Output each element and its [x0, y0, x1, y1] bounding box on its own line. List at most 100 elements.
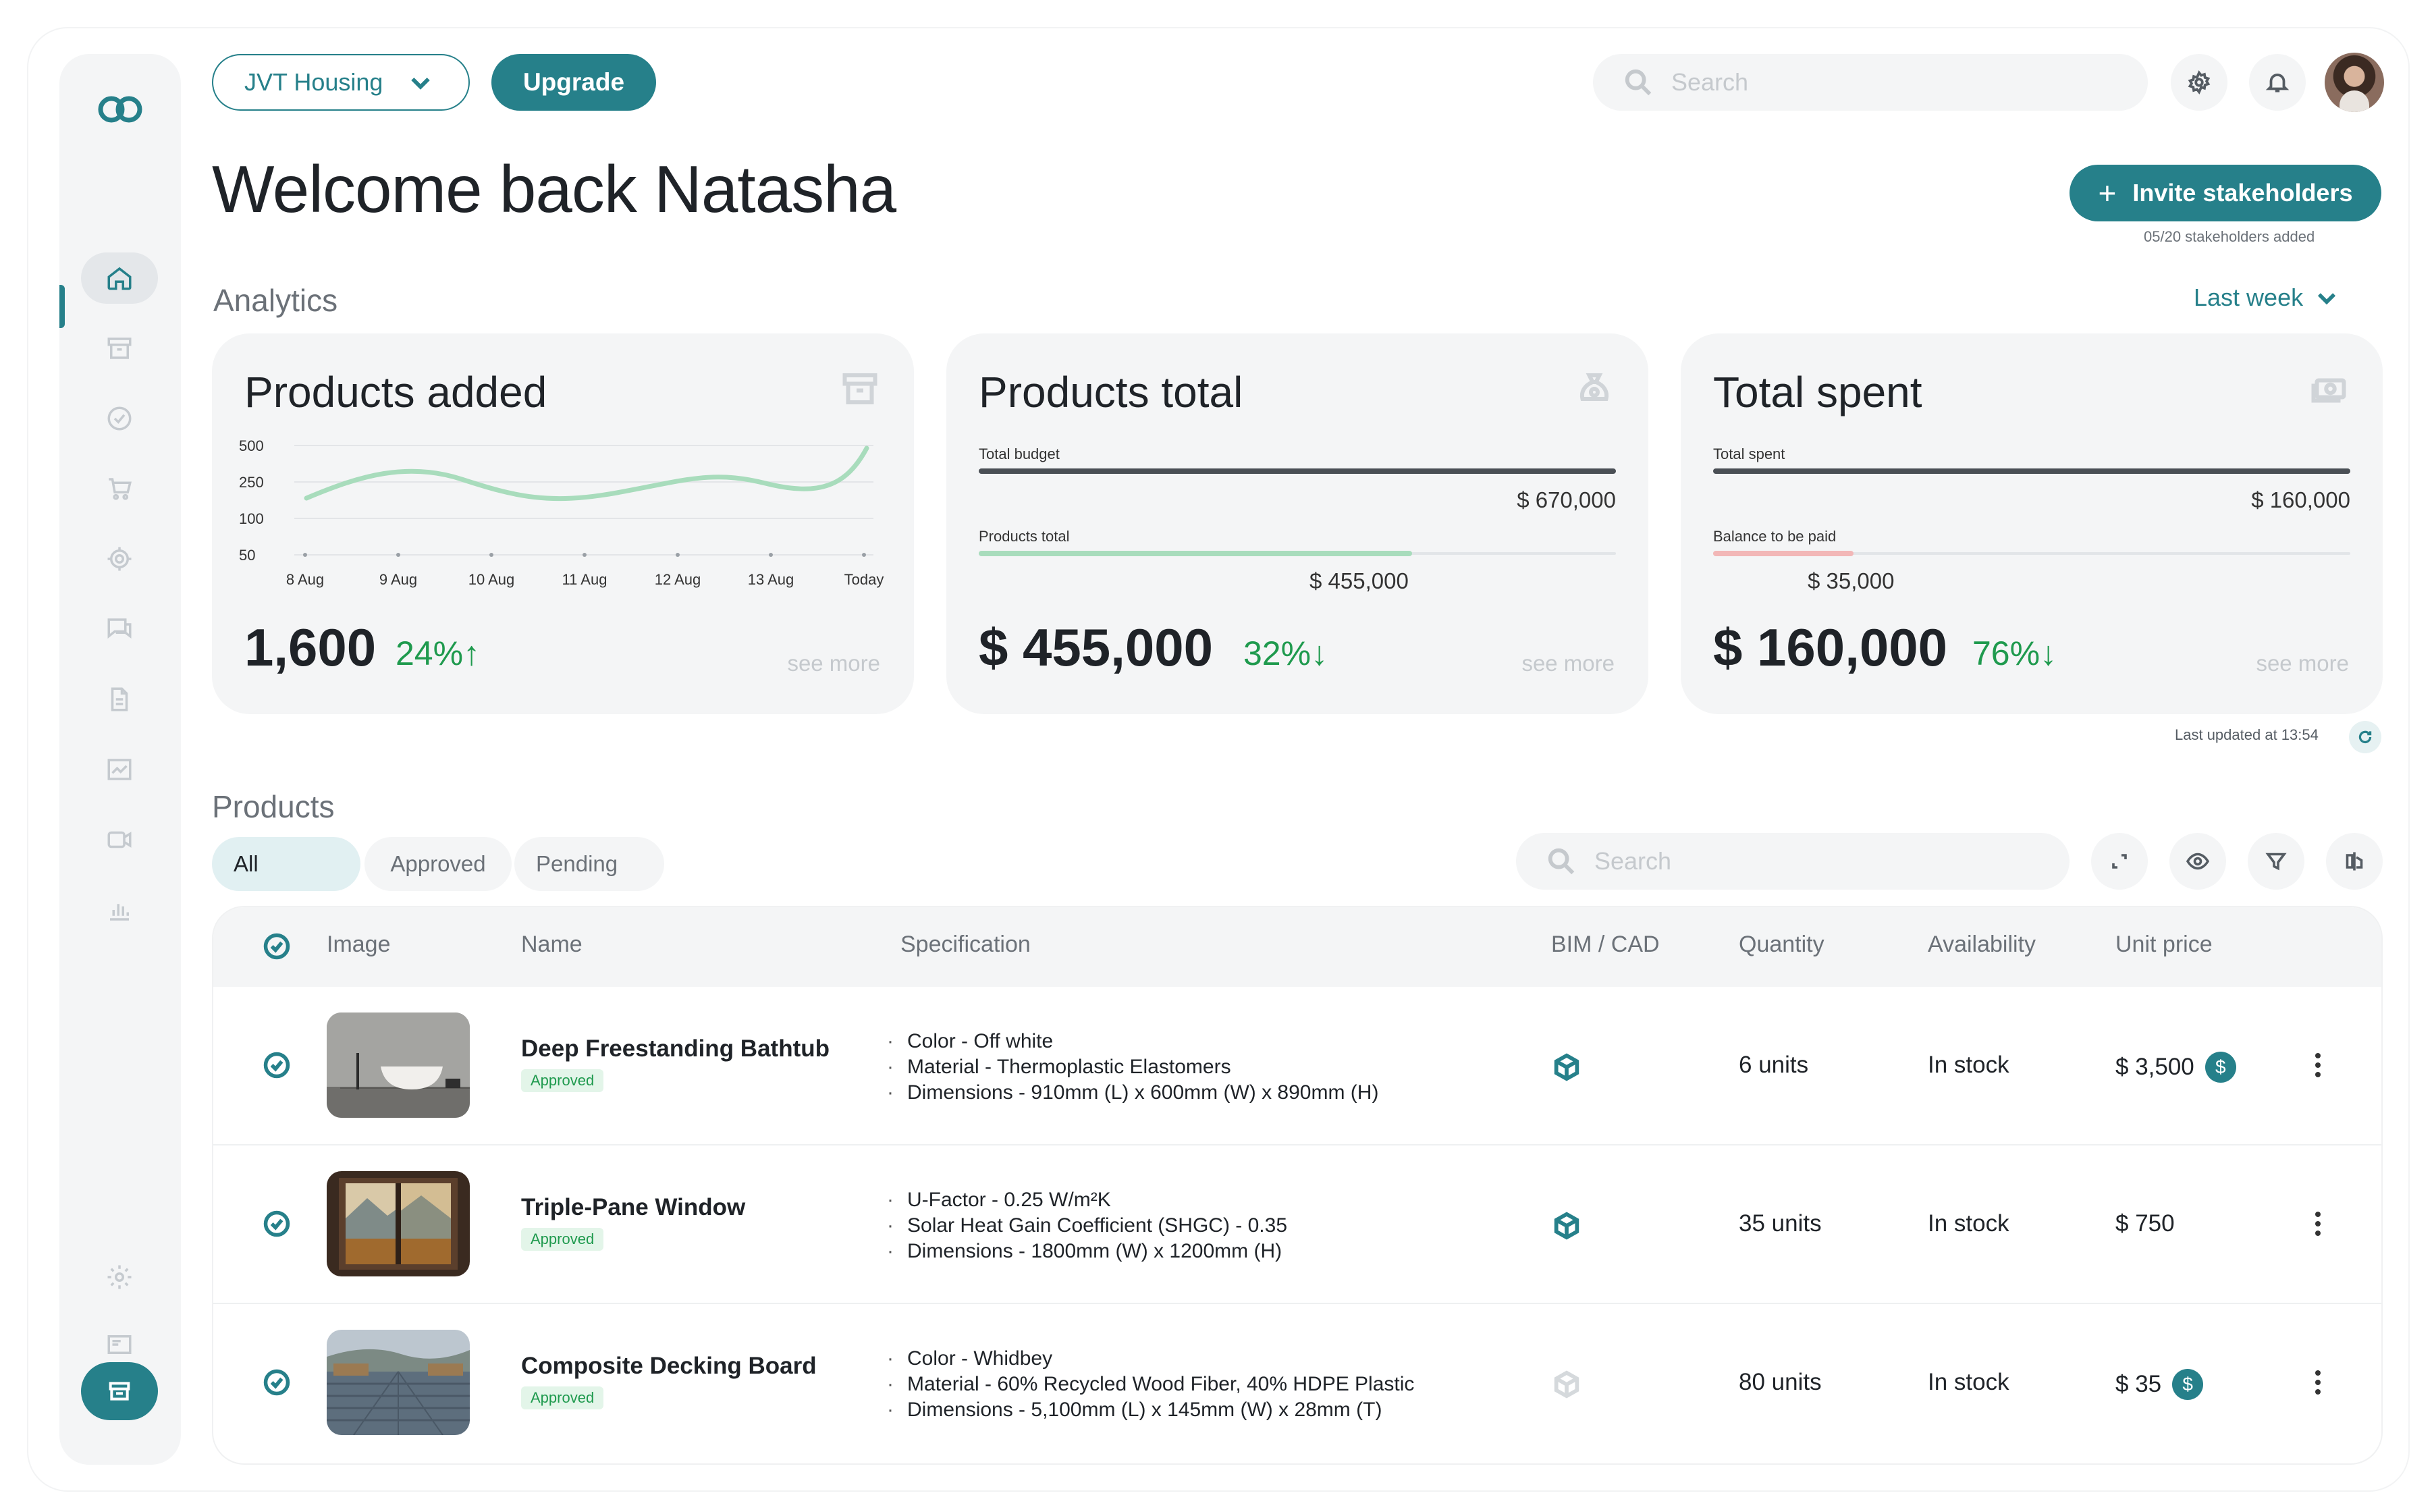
sidebar-item-target[interactable]: [81, 533, 158, 585]
price-value: $ 3,500: [2115, 1054, 2194, 1080]
refresh-icon: [2358, 730, 2372, 744]
bar-value: $ 455,000: [1309, 568, 1409, 593]
product-specification: U-Factor - 0.25 W/m²K Solar Heat Gain Co…: [887, 1187, 1287, 1264]
sidebar-item-analytics[interactable]: [81, 744, 158, 795]
spec-item: Dimensions - 5,100mm (L) x 145mm (W) x 2…: [887, 1397, 1414, 1423]
sidebar-item-reports[interactable]: [81, 884, 158, 936]
refresh-button[interactable]: [2349, 721, 2381, 753]
table-row[interactable]: Composite Decking Board Approved Color -…: [213, 1304, 2381, 1463]
products-total-value: $ 455,000: [979, 618, 1214, 677]
quantity: 80 units: [1739, 1369, 1822, 1395]
row-checkbox[interactable]: [262, 1050, 292, 1080]
total-spent-delta: 76%↓: [1972, 634, 2057, 672]
eye-icon: [2186, 853, 2210, 870]
sidebar-active-indicator: [59, 285, 65, 328]
expand-button[interactable]: [2091, 833, 2148, 890]
upgrade-button[interactable]: Upgrade: [491, 54, 656, 111]
tab-pending[interactable]: Pending: [514, 837, 664, 891]
sidebar-item-documents[interactable]: [81, 674, 158, 725]
product-name[interactable]: Triple-Pane Window: [521, 1194, 745, 1221]
row-checkbox[interactable]: [262, 1209, 292, 1239]
period-label: Last week: [2194, 284, 2304, 311]
price-value: $ 750: [2115, 1210, 2175, 1237]
bim-cad-cube-icon[interactable]: [1551, 1210, 1582, 1241]
balance-bar: [1713, 551, 2350, 556]
products-added-chart: 500 250 100 50 8 Aug 9 Aug 10 Aug 11 Aug 12 Aug 1…: [239, 437, 884, 588]
column-header[interactable]: Availability: [1928, 932, 2036, 958]
select-all-checkbox[interactable]: [262, 932, 292, 961]
notifications-button[interactable]: [2249, 54, 2306, 111]
series-line: [304, 446, 869, 502]
dollar-badge-icon[interactable]: $: [2205, 1052, 2236, 1083]
sidebar-item-video[interactable]: [81, 814, 158, 865]
row-menu-button[interactable]: [2314, 1053, 2322, 1080]
see-more-link[interactable]: see more: [1521, 651, 1615, 676]
invite-stakeholders-button[interactable]: + Invite stakeholders: [2070, 165, 2381, 221]
total-spent-card: Total spent Total spent $ 160,000 Balanc…: [1681, 333, 2383, 714]
sidebar-item-approvals[interactable]: [81, 393, 158, 444]
tab-all[interactable]: All: [212, 837, 360, 891]
x-tick-label: 12 Aug: [655, 571, 701, 588]
y-tick-label: 500: [239, 437, 264, 454]
row-menu-button[interactable]: [2314, 1212, 2322, 1239]
x-tick-label: 13 Aug: [748, 571, 794, 588]
filter-button[interactable]: [2248, 833, 2304, 890]
products-total-bar: [979, 551, 1616, 556]
bar-label: Total spent: [1713, 446, 1785, 462]
table-row[interactable]: Triple-Pane Window Approved U-Factor - 0…: [213, 1145, 2381, 1304]
global-search-input[interactable]: Search: [1593, 54, 2148, 111]
products-added-value: 1,600: [244, 618, 377, 677]
period-select[interactable]: Last week: [2194, 284, 2340, 312]
card-title: Products added: [244, 368, 547, 416]
see-more-link[interactable]: see more: [787, 651, 880, 676]
x-tick-mark: [489, 553, 493, 557]
x-tick-mark: [583, 553, 587, 557]
sidebar-item-messages[interactable]: [81, 603, 158, 655]
bell-icon: [2265, 74, 2290, 92]
products-total-delta: 32%↓: [1243, 634, 1328, 672]
home-icon: [107, 267, 132, 290]
check-circle-icon: [263, 933, 290, 960]
check-circle-icon: [107, 406, 132, 431]
tab-approved[interactable]: Approved: [364, 837, 512, 891]
y-tick-label: 250: [239, 474, 264, 491]
workspace-select[interactable]: JVT Housing: [212, 54, 470, 111]
expand-icon: [2112, 854, 2127, 869]
bar-value: $ 35,000: [1808, 568, 1895, 593]
invite-label: Invite stakeholders: [2132, 179, 2353, 207]
column-header[interactable]: Unit price: [2115, 932, 2213, 958]
chart-board-icon: [107, 759, 132, 780]
products-total-bar-fill: [979, 551, 1412, 556]
column-header[interactable]: Name: [521, 932, 583, 958]
product-name[interactable]: Composite Decking Board: [521, 1353, 817, 1380]
spec-item: Material - 60% Recycled Wood Fiber, 40% …: [887, 1372, 1414, 1397]
see-more-link[interactable]: see more: [2256, 651, 2349, 676]
products-total-card: Products total Total budget $ 670,000 Pr…: [946, 333, 1648, 714]
document-icon: [111, 687, 128, 711]
quantity: 6 units: [1739, 1052, 1809, 1078]
visibility-button[interactable]: [2169, 833, 2226, 890]
availability: In stock: [1928, 1369, 2009, 1395]
column-header[interactable]: Quantity: [1739, 932, 1824, 958]
products-search-input[interactable]: Search: [1516, 833, 2070, 890]
sidebar-item-archive[interactable]: [81, 323, 158, 374]
sidebar-item-home[interactable]: [81, 252, 158, 304]
row-menu-button[interactable]: [2314, 1370, 2322, 1397]
sidebar-item-settings[interactable]: [81, 1251, 158, 1303]
x-tick-mark: [303, 553, 307, 557]
column-header: Specification: [900, 932, 1031, 957]
product-name[interactable]: Deep Freestanding Bathtub: [521, 1035, 830, 1062]
sidebar-item-cart[interactable]: [81, 463, 158, 514]
sidebar-store-button[interactable]: [81, 1362, 158, 1420]
user-avatar[interactable]: [2325, 53, 2384, 112]
dollar-badge-icon[interactable]: $: [2172, 1369, 2204, 1400]
compare-button[interactable]: [2326, 833, 2383, 890]
spec-item: Material - Thermoplastic Elastomers: [887, 1054, 1378, 1080]
bim-cad-cube-icon[interactable]: [1551, 1052, 1582, 1083]
last-updated: Last updated at 13:54: [2175, 726, 2319, 743]
card-title: Products total: [979, 368, 1243, 416]
unit-price: $ 35 $: [2115, 1369, 2204, 1400]
row-checkbox[interactable]: [262, 1368, 292, 1397]
table-row[interactable]: Deep Freestanding Bathtub Approved Color…: [213, 987, 2381, 1145]
settings-button[interactable]: [2171, 54, 2227, 111]
